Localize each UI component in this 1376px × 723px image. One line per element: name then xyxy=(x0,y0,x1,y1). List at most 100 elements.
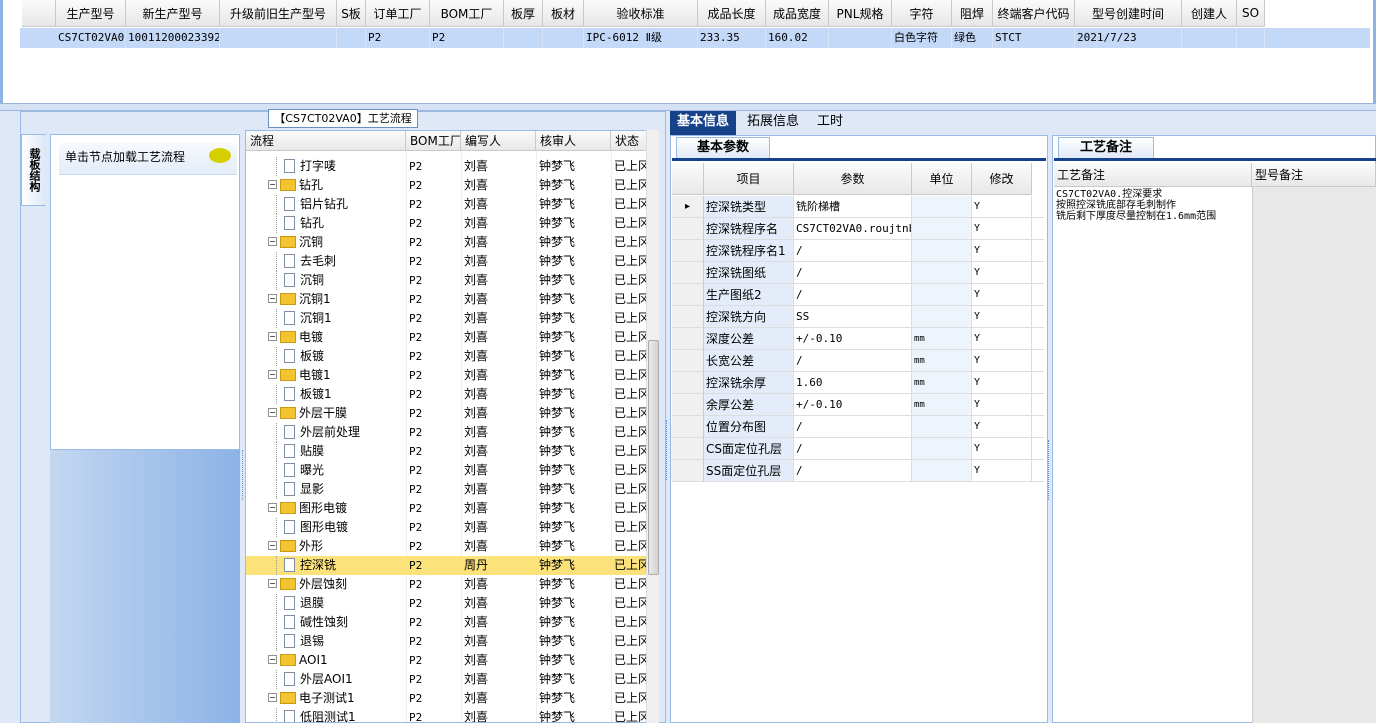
splitter-grip[interactable] xyxy=(1048,440,1051,500)
tab-basic-params[interactable]: 基本参数 xyxy=(676,137,770,159)
param-cell-unit[interactable] xyxy=(912,284,972,306)
collapse-icon[interactable]: − xyxy=(268,655,277,664)
column-header[interactable]: 成品宽度 xyxy=(766,0,829,27)
tree-node[interactable]: 打字唛 xyxy=(284,157,336,176)
row-indicator[interactable] xyxy=(672,284,704,306)
tree-node[interactable]: 去毛刺 xyxy=(284,252,336,271)
param-cell-edit[interactable]: Y xyxy=(972,350,1032,372)
param-cell-param[interactable]: / xyxy=(794,240,912,262)
tree-scrollbar[interactable] xyxy=(646,130,659,723)
param-cell-param[interactable]: +/-0.10 xyxy=(794,328,912,350)
tree-row[interactable]: − 电镀1 P2 刘喜 钟梦飞 已上冈 xyxy=(246,366,650,385)
tree-node[interactable]: 显影 xyxy=(284,480,324,499)
tree-row[interactable]: 钻孔 P2 刘喜 钟梦飞 已上冈 xyxy=(246,214,650,233)
param-cell-edit[interactable]: Y xyxy=(972,328,1032,350)
tree-node[interactable]: 曝光 xyxy=(284,461,324,480)
param-cell-unit[interactable]: mm xyxy=(912,372,972,394)
grid-cell[interactable]: P2 xyxy=(432,28,504,48)
param-row[interactable]: 控深铣程序名1/ Y xyxy=(672,240,1044,262)
collapse-icon[interactable]: − xyxy=(268,579,277,588)
row-indicator[interactable] xyxy=(672,240,704,262)
tree-node[interactable]: 外层前处理 xyxy=(284,423,360,442)
param-cell-edit[interactable]: Y xyxy=(972,306,1032,328)
param-cell-param[interactable]: +/-0.10 xyxy=(794,394,912,416)
param-cell-item[interactable]: 深度公差 xyxy=(704,328,794,350)
param-cell-param[interactable]: / xyxy=(794,460,912,482)
grid-cell[interactable] xyxy=(1184,28,1237,48)
tree-node[interactable]: − 外形 xyxy=(268,537,323,556)
tree-node[interactable]: 低阻测试1 xyxy=(284,708,356,722)
tree-column-header[interactable]: 流程 xyxy=(246,131,406,151)
tree-row[interactable]: − AOI1 P2 刘喜 钟梦飞 已上冈 xyxy=(246,651,650,670)
param-cell-unit[interactable] xyxy=(912,306,972,328)
tree-node[interactable]: − 沉铜 xyxy=(268,233,323,252)
collapse-icon[interactable]: − xyxy=(268,332,277,341)
grid-cell[interactable]: CS7CT02VA0 xyxy=(58,28,126,48)
tree-row[interactable]: − 沉铜 P2 刘喜 钟梦飞 已上冈 xyxy=(246,233,650,252)
column-header[interactable]: PNL规格 xyxy=(829,0,892,27)
param-row[interactable]: 余厚公差 +/-0.10 mm Y xyxy=(672,394,1044,416)
grid-cell[interactable]: 10011200023392 xyxy=(128,28,220,48)
tree-node[interactable]: 贴膜 xyxy=(284,442,324,461)
tree-row[interactable]: 沉铜 P2 刘喜 钟梦飞 已上冈 xyxy=(246,271,650,290)
param-cell-edit[interactable]: Y xyxy=(972,262,1032,284)
row-indicator[interactable] xyxy=(672,262,704,284)
tree-row[interactable]: 外层前处理 P2 刘喜 钟梦飞 已上冈 xyxy=(246,423,650,442)
row-indicator[interactable] xyxy=(672,218,704,240)
tree-node[interactable]: − 钻孔 xyxy=(268,176,323,195)
tree-node[interactable]: 钻孔 xyxy=(284,214,324,233)
tree-row[interactable]: − 图形电镀 P2 刘喜 钟梦飞 已上冈 xyxy=(246,499,650,518)
param-cell-edit[interactable]: Y xyxy=(972,240,1032,262)
param-cell-edit[interactable]: Y xyxy=(972,196,1032,218)
param-cell-item[interactable]: 控深铣程序名1 xyxy=(704,240,794,262)
param-row[interactable]: 控深铣程序名 CS7CT02VA0.roujtnb Y xyxy=(672,218,1044,240)
tree-row[interactable]: 贴膜 P2 刘喜 钟梦飞 已上冈 xyxy=(246,442,650,461)
column-header[interactable]: 阻焊 xyxy=(952,0,993,27)
grid-cell[interactable]: IPC-6012 Ⅱ级 xyxy=(586,28,698,48)
param-row[interactable]: 生产图纸2/ Y xyxy=(672,284,1044,306)
tree-node[interactable]: − 电镀1 xyxy=(268,366,331,385)
tab-basic-info[interactable]: 基本信息 xyxy=(670,111,737,135)
row-indicator[interactable] xyxy=(672,372,704,394)
tree-node[interactable]: 退膜 xyxy=(284,594,324,613)
param-cell-item[interactable]: 位置分布图 xyxy=(704,416,794,438)
splitter-grip[interactable] xyxy=(242,450,245,500)
param-cell-param[interactable]: / xyxy=(794,416,912,438)
param-cell-edit[interactable]: Y xyxy=(972,218,1032,240)
param-cell-unit[interactable] xyxy=(912,218,972,240)
row-indicator[interactable] xyxy=(672,328,704,350)
grid-cell[interactable]: 2021/7/23 xyxy=(1077,28,1182,48)
collapse-icon[interactable]: − xyxy=(268,503,277,512)
tree-node[interactable]: − 沉铜1 xyxy=(268,290,331,309)
param-cell-param[interactable]: CS7CT02VA0.roujtnb xyxy=(794,218,912,240)
tree-node[interactable]: 碱性蚀刻 xyxy=(284,613,348,632)
column-header[interactable]: 终端客户代码 xyxy=(993,0,1075,27)
tree-row[interactable]: 退膜 P2 刘喜 钟梦飞 已上冈 xyxy=(246,594,650,613)
column-header[interactable]: 验收标准 xyxy=(584,0,698,27)
param-cell-item[interactable]: 长宽公差 xyxy=(704,350,794,372)
tab-process-notes[interactable]: 工艺备注 xyxy=(1058,137,1154,159)
param-column-header[interactable]: 单位 xyxy=(912,163,972,195)
tree-node[interactable]: − 外层蚀刻 xyxy=(268,575,347,594)
param-row[interactable]: 控深铣方向 SS Y xyxy=(672,306,1044,328)
column-header[interactable]: 板厚 xyxy=(504,0,543,27)
collapse-icon[interactable]: − xyxy=(268,370,277,379)
tree-row[interactable]: 打字唛 P2 刘喜 钟梦飞 已上冈 xyxy=(246,157,650,176)
column-header[interactable]: 生产型号 xyxy=(56,0,126,27)
tree-column-header[interactable]: BOM工厂 xyxy=(406,131,461,151)
tree-row[interactable]: 控深铣 P2 周丹 钟梦飞 已上冈 xyxy=(246,556,650,575)
grid-cell[interactable] xyxy=(222,28,337,48)
grid-cell[interactable]: 绿色 xyxy=(954,28,993,48)
param-row[interactable]: 位置分布图 / Y xyxy=(672,416,1044,438)
param-cell-param[interactable]: / xyxy=(794,262,912,284)
tree-node[interactable]: − 外层干膜 xyxy=(268,404,347,423)
tree-node[interactable]: 图形电镀 xyxy=(284,518,348,537)
tree-row[interactable]: 显影 P2 刘喜 钟梦飞 已上冈 xyxy=(246,480,650,499)
tree-row[interactable]: 曝光 P2 刘喜 钟梦飞 已上冈 xyxy=(246,461,650,480)
grid-cell[interactable] xyxy=(506,28,543,48)
tree-row[interactable]: 板镀1 P2 刘喜 钟梦飞 已上冈 xyxy=(246,385,650,404)
param-row[interactable]: SS面定位孔层 / Y xyxy=(672,460,1044,482)
column-header[interactable]: SO xyxy=(1237,0,1265,27)
column-header[interactable]: 板材 xyxy=(543,0,584,27)
tree-row[interactable]: 外层AOI1 P2 刘喜 钟梦飞 已上冈 xyxy=(246,670,650,689)
